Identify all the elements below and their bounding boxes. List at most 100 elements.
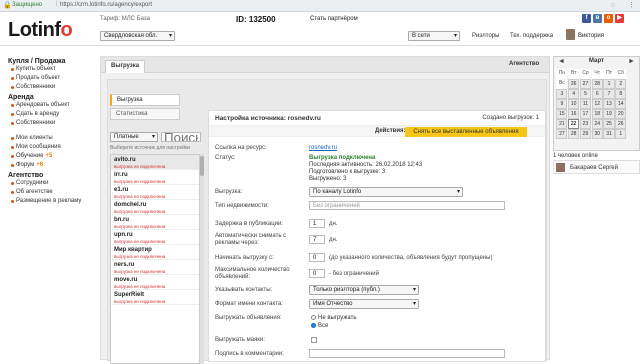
max-count-input[interactable]: 0 bbox=[309, 269, 325, 278]
source-search-input[interactable] bbox=[161, 132, 201, 142]
url-field[interactable]: https://crm.lotinfo.ru/agency/export bbox=[60, 2, 152, 8]
user-name[interactable]: Виктория bbox=[578, 33, 604, 39]
youtube-icon[interactable]: ▶ bbox=[615, 14, 624, 23]
start-from-input[interactable]: 0 bbox=[309, 253, 325, 262]
last-activity: Последняя активность: 26.02.2018 12:43 bbox=[309, 162, 423, 168]
subtab-statistics[interactable]: Статистика bbox=[110, 108, 180, 120]
calendar-day[interactable]: 22 bbox=[568, 119, 580, 129]
calendar-day[interactable]: 20 bbox=[615, 109, 627, 119]
list-item[interactable]: domchel.ru выгрузка не подключена bbox=[111, 200, 199, 215]
lighthouses-checkbox[interactable] bbox=[311, 337, 317, 343]
export-channel-select[interactable]: По каналу Lotinfo ▾ bbox=[309, 187, 463, 197]
calendar-day[interactable]: 28 bbox=[568, 129, 580, 139]
calendar-day[interactable]: 5 bbox=[579, 89, 592, 99]
calendar-day[interactable]: 31 bbox=[603, 129, 615, 139]
property-type-input[interactable]: Без ограничений bbox=[309, 201, 505, 210]
radio-do-not-upload[interactable]: Не выгружать bbox=[311, 315, 356, 321]
calendar-next-icon[interactable]: ► bbox=[628, 58, 635, 65]
region-select[interactable]: Свердловская обл. ▾ bbox=[100, 31, 175, 41]
calendar-day[interactable]: 2 bbox=[615, 79, 627, 89]
list-item[interactable]: e1.ru выгрузка не подключена bbox=[111, 185, 199, 200]
calendar-day[interactable]: 29 bbox=[579, 129, 592, 139]
resource-link[interactable]: rosnedv.ru bbox=[309, 145, 337, 151]
calendar-day[interactable]: 6 bbox=[591, 89, 603, 99]
list-item[interactable]: Мир квартир выгрузка не подключена bbox=[111, 245, 199, 260]
radio-upload-all[interactable]: Все bbox=[311, 323, 328, 329]
source-list-scrollbar[interactable] bbox=[200, 154, 204, 364]
left-sidebar: Купля / Продажа Купить объект Продать об… bbox=[0, 56, 98, 360]
calendar-day[interactable]: 11 bbox=[579, 99, 592, 109]
calendar-day[interactable]: 18 bbox=[591, 109, 603, 119]
calendar-day[interactable]: 8 bbox=[615, 89, 627, 99]
paid-filter-select[interactable]: Платные ▾ bbox=[110, 132, 158, 142]
list-item[interactable]: SuperRielt выгрузка не подключена bbox=[111, 290, 199, 305]
comment-signature-input[interactable] bbox=[309, 349, 505, 358]
calendar-day[interactable]: 27 bbox=[579, 79, 592, 89]
auto-remove-input[interactable]: 7 bbox=[309, 235, 325, 244]
list-item[interactable]: upn.ru выгрузка не подключена bbox=[111, 230, 199, 245]
sidebar-item-rent-object[interactable]: Арендовать объект bbox=[8, 101, 98, 110]
online-status-select[interactable]: В сети ▾ bbox=[408, 31, 460, 41]
calendar-day[interactable]: 15 bbox=[556, 109, 568, 119]
calendar-day[interactable]: 7 bbox=[603, 89, 615, 99]
calendar-day[interactable]: 13 bbox=[603, 99, 615, 109]
chevron-down-icon: ▾ bbox=[168, 33, 172, 39]
weekday-label: Вт bbox=[568, 69, 580, 79]
list-item[interactable]: move.ru выгрузка не подключена bbox=[111, 275, 199, 290]
sidebar-item-owners[interactable]: Собственники bbox=[8, 83, 98, 92]
calendar-day[interactable]: 23 bbox=[579, 119, 592, 129]
calendar-day[interactable]: 16 bbox=[568, 109, 580, 119]
calendar-day[interactable]: 12 bbox=[591, 99, 603, 109]
sidebar-item-rent-owners[interactable]: Собственники bbox=[8, 119, 98, 128]
list-item[interactable]: avito.ru выгрузка не подключена bbox=[111, 155, 199, 170]
odnoklassniki-icon[interactable]: о bbox=[604, 14, 613, 23]
calendar-day[interactable]: 24 bbox=[591, 119, 603, 129]
calendar-day[interactable]: 17 bbox=[579, 109, 592, 119]
browser-menu-icon[interactable]: ⋮ bbox=[628, 1, 635, 9]
calendar-day[interactable]: 14 bbox=[615, 99, 627, 109]
calendar-day[interactable]: 10 bbox=[568, 99, 580, 109]
sidebar-item-staff[interactable]: Сотрудники bbox=[8, 179, 98, 188]
sidebar-item-sell[interactable]: Продать объект bbox=[8, 74, 98, 83]
sidebar-item-forum[interactable]: Форум +6 bbox=[8, 161, 98, 170]
user-avatar[interactable] bbox=[566, 29, 575, 40]
list-item[interactable]: irr.ru выгрузка не подключена bbox=[111, 170, 199, 185]
list-item[interactable]: bn.ru выгрузка не подключена bbox=[111, 215, 199, 230]
calendar-day[interactable]: 9 bbox=[556, 99, 568, 109]
tab-export[interactable]: Выгрузка bbox=[105, 60, 146, 73]
calendar-day[interactable]: 1 bbox=[603, 79, 615, 89]
calendar-day[interactable]: 26 bbox=[568, 79, 580, 89]
subtab-export[interactable]: Выгрузка bbox=[110, 94, 180, 106]
support-link[interactable]: Тех. поддержка bbox=[510, 33, 553, 39]
vk-icon[interactable]: в bbox=[593, 14, 602, 23]
calendar-day[interactable]: 4 bbox=[568, 89, 580, 99]
sidebar-item-learning[interactable]: Обучение +5 bbox=[8, 152, 98, 161]
calendar-day[interactable]: 26 bbox=[615, 119, 627, 129]
name-format-select[interactable]: Имя Отчество ▾ bbox=[309, 299, 419, 309]
calendar-day[interactable]: 3 bbox=[556, 89, 568, 99]
sidebar-item-clients[interactable]: Мои клиенты bbox=[8, 134, 98, 143]
remove-all-ads-button[interactable]: Снять все выставленные объявления bbox=[405, 127, 527, 137]
become-partner-link[interactable]: Стать партнёром bbox=[310, 16, 358, 22]
online-user[interactable]: Бакараев Сергей bbox=[553, 160, 640, 174]
bookmark-star-icon[interactable]: ☆ bbox=[610, 1, 616, 9]
calendar-day[interactable]: 25 bbox=[603, 119, 615, 129]
calendar-day[interactable]: 28 bbox=[591, 79, 603, 89]
sidebar-item-messages[interactable]: Мои сообщения bbox=[8, 143, 98, 152]
facebook-icon[interactable]: f bbox=[582, 14, 591, 23]
lotinfo-logo[interactable]: Lotinfo bbox=[8, 19, 73, 42]
calendar-day[interactable]: 30 bbox=[591, 129, 603, 139]
chevron-down-icon: ▾ bbox=[412, 287, 416, 293]
contacts-select[interactable]: Только риэлтора (публ.) ▾ bbox=[309, 285, 419, 295]
sidebar-item-ads[interactable]: Размещение в рекламу bbox=[8, 197, 98, 206]
realtors-link[interactable]: Риэлторы bbox=[472, 33, 499, 39]
list-item[interactable]: ners.ru выгрузка не подключена bbox=[111, 260, 199, 275]
sidebar-item-let[interactable]: Сдать в аренду bbox=[8, 110, 98, 119]
sidebar-item-about[interactable]: Об агентстве bbox=[8, 188, 98, 197]
delay-input[interactable]: 1 bbox=[309, 219, 325, 228]
calendar-day[interactable]: 19 bbox=[603, 109, 615, 119]
sidebar-item-buy[interactable]: Купить объект bbox=[8, 65, 98, 74]
calendar-day[interactable]: 1 bbox=[615, 129, 627, 139]
calendar-day[interactable]: 21 bbox=[556, 119, 568, 129]
calendar-day[interactable]: 27 bbox=[556, 129, 568, 139]
